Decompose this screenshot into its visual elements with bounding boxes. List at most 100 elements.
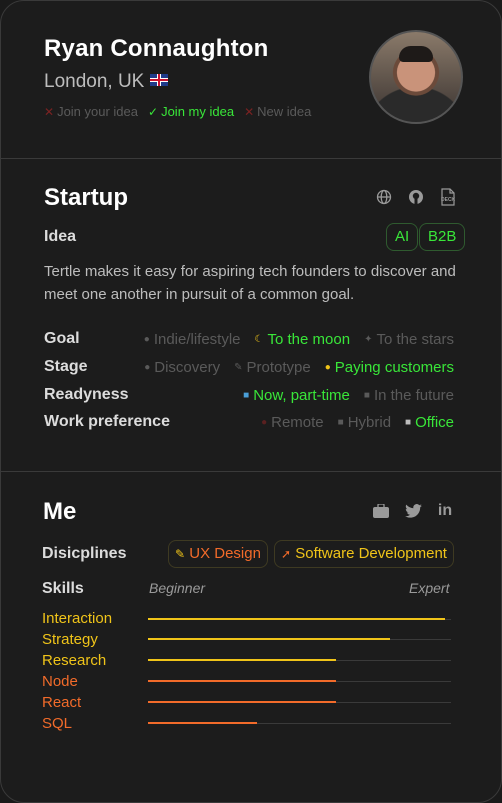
option-to-the-moon[interactable]: ☾ To the moon	[255, 331, 351, 348]
skill-bar-fill	[148, 638, 391, 640]
discipline-tag-ux-design: ✎ UX Design	[168, 540, 268, 568]
profile-name: Ryan Connaughton	[44, 35, 269, 62]
check-icon: ✓	[148, 104, 159, 119]
sparkle-icon: ✦	[364, 333, 373, 345]
hybrid-icon: ■	[337, 416, 344, 428]
office-icon: ■	[405, 416, 412, 428]
skill-bar-interaction	[148, 618, 451, 620]
option-indie-lifestyle[interactable]: ● Indie/lifestyle	[144, 331, 241, 348]
option-prototype[interactable]: ✎ Prototype	[234, 359, 311, 376]
skill-bar-strategy	[148, 638, 451, 640]
option-paying-customers[interactable]: ● Paying customers	[325, 359, 454, 376]
profile-location: London, UK	[44, 71, 169, 93]
skill-bar-fill	[148, 680, 336, 682]
twitter-icon[interactable]	[404, 502, 422, 520]
intent-new-idea[interactable]: ✕ New idea	[244, 104, 311, 119]
rocket-icon: ➚	[281, 547, 292, 561]
intent-label: New idea	[257, 104, 312, 119]
skill-bar-fill	[148, 659, 336, 661]
option-label: Prototype	[246, 358, 311, 376]
option-label: Discovery	[154, 358, 221, 376]
skill-bar-node	[148, 680, 451, 682]
skill-bar-sql	[148, 722, 451, 724]
idea-tag-b2b: B2B	[419, 223, 466, 251]
startup-title: Startup	[44, 184, 128, 211]
moon-icon: ☾	[254, 333, 264, 345]
skill-name-strategy: Strategy	[42, 631, 98, 648]
deck-icon[interactable]: DECK	[439, 188, 457, 206]
discipline-label: Software Development	[295, 545, 447, 562]
skill-bar-fill	[148, 722, 258, 724]
bulb-icon: ●	[144, 361, 151, 373]
pencil-icon: ✎	[175, 547, 186, 561]
option-label: To the moon	[267, 330, 351, 348]
idea-tag-ai: AI	[386, 223, 419, 251]
location-text: London, UK	[44, 71, 145, 92]
calendar-icon: ■	[363, 389, 370, 401]
attribute-row-work-preference: Work preference ● Remote ■ Hybrid ■ Office	[44, 411, 454, 433]
me-title: Me	[43, 498, 77, 525]
skills-label: Skills	[42, 580, 84, 597]
option-to-the-stars[interactable]: ✦ To the stars	[364, 331, 454, 348]
linkedin-icon[interactable]: in	[436, 502, 454, 520]
skill-bar-fill	[148, 618, 445, 620]
me-links: in	[372, 502, 454, 520]
skill-name-research: Research	[42, 652, 107, 669]
disciplines-label: Disicplines	[42, 545, 127, 562]
option-now-part-time[interactable]: ■ Now, part-time	[243, 387, 350, 404]
attribute-row-stage: Stage ● Discovery ✎ Prototype ● Paying cust…	[44, 356, 454, 378]
pencil-icon: ✎	[234, 361, 243, 373]
portfolio-icon[interactable]	[372, 502, 390, 520]
intent-join-your-idea[interactable]: ✕ Join your idea	[44, 104, 138, 119]
startup-description: Tertle makes it easy for aspiring tech f…	[44, 263, 456, 303]
uk-flag-icon	[150, 74, 169, 86]
clock-icon: ■	[243, 389, 250, 401]
option-in-the-future[interactable]: ■ In the future	[364, 387, 454, 404]
startup-links: DECK	[375, 188, 457, 206]
option-hybrid[interactable]: ■ Hybrid	[338, 414, 391, 431]
house-icon: ●	[261, 416, 268, 428]
skill-name-sql: SQL	[42, 715, 73, 732]
skill-name-node: Node	[42, 673, 78, 690]
section-divider	[1, 158, 501, 159]
discipline-tag-software-development: ➚ Software Development	[274, 540, 454, 568]
intent-label: Join my idea	[161, 104, 235, 119]
attribute-label: Stage	[44, 358, 88, 375]
avatar	[369, 30, 463, 124]
attribute-label: Work preference	[44, 413, 170, 430]
attribute-row-readyness: Readyness ■ Now, part-time ■ In the future	[44, 384, 454, 406]
intent-join-my-idea[interactable]: ✓ Join my idea	[148, 104, 234, 119]
attribute-row-goal: Goal ● Indie/lifestyle ☾ To the moon ✦ To t…	[44, 328, 454, 350]
option-remote[interactable]: ● Remote	[261, 414, 324, 431]
profile-card: Ryan Connaughton London, UK ✕ Join your …	[0, 0, 502, 803]
option-label: Office	[415, 413, 454, 431]
option-label: Paying customers	[334, 358, 454, 376]
intent-label: Join your idea	[57, 104, 139, 119]
money-bag-icon: ●	[324, 361, 331, 373]
option-label: Indie/lifestyle	[153, 330, 241, 348]
idea-label: Idea	[44, 228, 77, 245]
scale-max-label: Expert	[409, 580, 450, 596]
intent-list: ✕ Join your idea ✓ Join my idea ✕ New id…	[44, 104, 311, 119]
option-label: To the stars	[376, 330, 454, 348]
globe-icon[interactable]	[375, 188, 393, 206]
discipline-label: UX Design	[189, 545, 261, 562]
option-label: Remote	[271, 413, 324, 431]
scale-min-label: Beginner	[149, 580, 206, 596]
attribute-label: Goal	[44, 330, 80, 347]
skill-bar-react	[148, 701, 451, 703]
option-label: Hybrid	[347, 413, 392, 431]
skill-bar-research	[148, 659, 451, 661]
cross-icon: ✕	[44, 104, 55, 119]
option-label: In the future	[373, 386, 454, 404]
globe-icon: ●	[143, 333, 150, 345]
cross-icon: ✕	[244, 104, 255, 119]
option-label: Now, part-time	[253, 386, 350, 404]
skill-name-interaction: Interaction	[42, 610, 113, 627]
attribute-label: Readyness	[44, 386, 129, 403]
option-office[interactable]: ■ Office	[405, 414, 454, 431]
option-discovery[interactable]: ● Discovery	[144, 359, 220, 376]
section-divider	[1, 471, 501, 472]
skill-bar-fill	[148, 701, 336, 703]
github-icon[interactable]	[407, 188, 425, 206]
